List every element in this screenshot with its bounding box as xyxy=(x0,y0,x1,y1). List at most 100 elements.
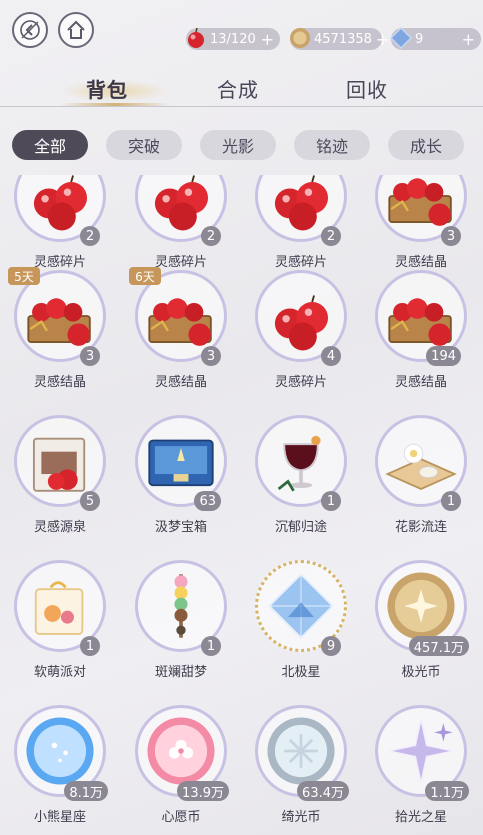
item-name: 绮光币 xyxy=(281,810,321,825)
item-slot[interactable]: 1 软萌派对 xyxy=(0,560,120,710)
apples-icon xyxy=(274,295,329,351)
silver-coin-icon xyxy=(267,717,335,785)
filter-growth[interactable]: 成长 xyxy=(388,130,464,160)
crystal-add-button[interactable]: + xyxy=(458,30,475,49)
item-name: 灵感碎片 xyxy=(274,255,327,270)
coin-add-button[interactable]: + xyxy=(372,30,389,49)
item-count-badge: 3 xyxy=(80,346,100,366)
flower-tray-icon xyxy=(385,443,457,490)
item-slot[interactable]: 5 灵感源泉 xyxy=(0,415,120,565)
item-count-badge: 2 xyxy=(80,226,100,246)
item-name: 灵感结晶 xyxy=(394,375,447,390)
item-slot[interactable]: 5天 3 灵感结晶 xyxy=(0,267,120,420)
tab-backpack[interactable]: 背包 xyxy=(86,74,128,103)
item-slot[interactable]: 9 北极星 xyxy=(241,560,361,710)
top-bar: 13/120 + 4571358 + 9 + xyxy=(0,0,483,66)
apple-resource[interactable]: 13/120 + xyxy=(186,27,280,50)
item-slot[interactable]: 194 灵感结晶 xyxy=(361,270,481,420)
item-name: 心愿币 xyxy=(161,810,201,825)
item-name: 极光币 xyxy=(401,665,441,680)
item-count-badge: 8.1万 xyxy=(64,781,108,801)
apple-box-icon xyxy=(32,437,86,492)
apple-add-button[interactable]: + xyxy=(257,30,274,49)
gold-coin-icon xyxy=(387,572,455,640)
item-name: 灵感碎片 xyxy=(274,375,327,390)
filter-bar: 全部 突破 光影 铭迹 成长 xyxy=(0,130,483,162)
tab-recycle[interactable]: 回收 xyxy=(346,74,388,103)
crystal-resource[interactable]: 9 + xyxy=(389,26,481,50)
apple-crate-icon xyxy=(388,298,452,346)
crystal-count: 9 xyxy=(415,31,424,47)
active-tab-underline xyxy=(60,103,170,106)
item-count-badge: 1 xyxy=(80,636,100,656)
item-name: 小熊星座 xyxy=(33,810,86,825)
candy-skewer-icon xyxy=(174,574,188,638)
filter-breakthrough[interactable]: 突破 xyxy=(106,130,182,160)
item-slot[interactable]: 6天 3 灵感结晶 xyxy=(121,267,241,420)
star-icon xyxy=(389,719,453,783)
apple-crate-icon xyxy=(27,298,91,346)
item-count-badge: 194 xyxy=(426,346,461,366)
item-name: 灵感结晶 xyxy=(394,255,447,270)
item-name: 软萌派对 xyxy=(33,665,86,680)
tab-synthesis[interactable]: 合成 xyxy=(217,74,259,103)
item-count-badge: 2 xyxy=(201,226,221,246)
item-count-badge: 63.4万 xyxy=(297,781,349,801)
expiry-tag: 6天 xyxy=(129,267,161,285)
item-count-badge: 13.9万 xyxy=(177,781,229,801)
item-count-badge: 2 xyxy=(321,226,341,246)
item-count-badge: 3 xyxy=(441,226,461,246)
item-slot[interactable]: 457.1万极光币 xyxy=(361,560,481,710)
item-name: 灵感结晶 xyxy=(154,375,207,390)
item-name: 汲梦宝箱 xyxy=(154,520,207,535)
wine-glass-icon xyxy=(277,435,321,492)
home-button[interactable] xyxy=(58,12,94,48)
item-name: 花影流连 xyxy=(394,520,447,535)
item-name: 北极星 xyxy=(281,665,321,680)
item-slot[interactable]: 63.4万绮光币 xyxy=(241,705,361,835)
item-name: 灵感源泉 xyxy=(33,520,86,535)
item-name: 拾光之星 xyxy=(394,810,447,825)
apple-crate-icon xyxy=(148,298,212,346)
blue-coin-icon xyxy=(26,717,94,785)
filter-all[interactable]: 全部 xyxy=(12,130,88,160)
item-slot[interactable]: 63 汲梦宝箱 xyxy=(121,415,241,565)
item-count-badge: 3 xyxy=(201,346,221,366)
item-slot[interactable]: 8.1万小熊星座 xyxy=(0,705,120,835)
expiry-tag: 5天 xyxy=(8,267,40,285)
pink-coin-icon xyxy=(147,717,215,785)
item-count-badge: 9 xyxy=(321,636,341,656)
apple-icon xyxy=(188,27,204,48)
item-count-badge: 457.1万 xyxy=(408,636,469,656)
apple-count: 13/120 xyxy=(210,31,256,47)
treasure-box-icon xyxy=(148,439,214,487)
item-count-badge: 5 xyxy=(80,491,100,511)
item-count-badge: 1 xyxy=(321,491,341,511)
item-name: 沉郁归途 xyxy=(274,520,327,535)
item-slot[interactable]: 13.9万心愿币 xyxy=(121,705,241,835)
item-count-badge: 1 xyxy=(441,491,461,511)
coin-count: 4571358 xyxy=(314,31,372,47)
item-count-badge: 1 xyxy=(201,636,221,656)
item-slot[interactable]: 1 花影流连 xyxy=(361,415,481,565)
item-slot[interactable]: 1 斑斓甜梦 xyxy=(121,560,241,710)
tab-divider xyxy=(0,106,483,107)
diamond-icon xyxy=(268,573,334,639)
filter-light-shadow[interactable]: 光影 xyxy=(200,130,276,160)
crystal-icon xyxy=(389,26,413,50)
item-count-badge: 4 xyxy=(321,346,341,366)
item-name: 斑斓甜梦 xyxy=(154,665,207,680)
filter-inscription[interactable]: 铭迹 xyxy=(294,130,370,160)
item-slot[interactable]: 4 灵感碎片 xyxy=(241,270,361,420)
item-grid: 2 灵感碎片 2 灵感碎片 2 灵感碎片 3 灵感结晶 5天 3 灵感结晶 6天 3 灵感结晶 4 灵感碎片 1… xyxy=(0,175,483,835)
item-count-badge: 1.1万 xyxy=(425,781,469,801)
coin-icon xyxy=(290,28,310,48)
item-slot[interactable]: 1.1万拾光之星 xyxy=(361,705,481,835)
back-button[interactable] xyxy=(12,12,48,48)
item-name: 灵感结晶 xyxy=(33,375,86,390)
item-slot[interactable]: 1 沉郁归途 xyxy=(241,415,361,565)
coin-resource[interactable]: 4571358 + xyxy=(290,28,389,50)
home-icon xyxy=(67,20,85,39)
item-count-badge: 63 xyxy=(194,491,221,511)
back-arrow-icon xyxy=(20,20,40,40)
